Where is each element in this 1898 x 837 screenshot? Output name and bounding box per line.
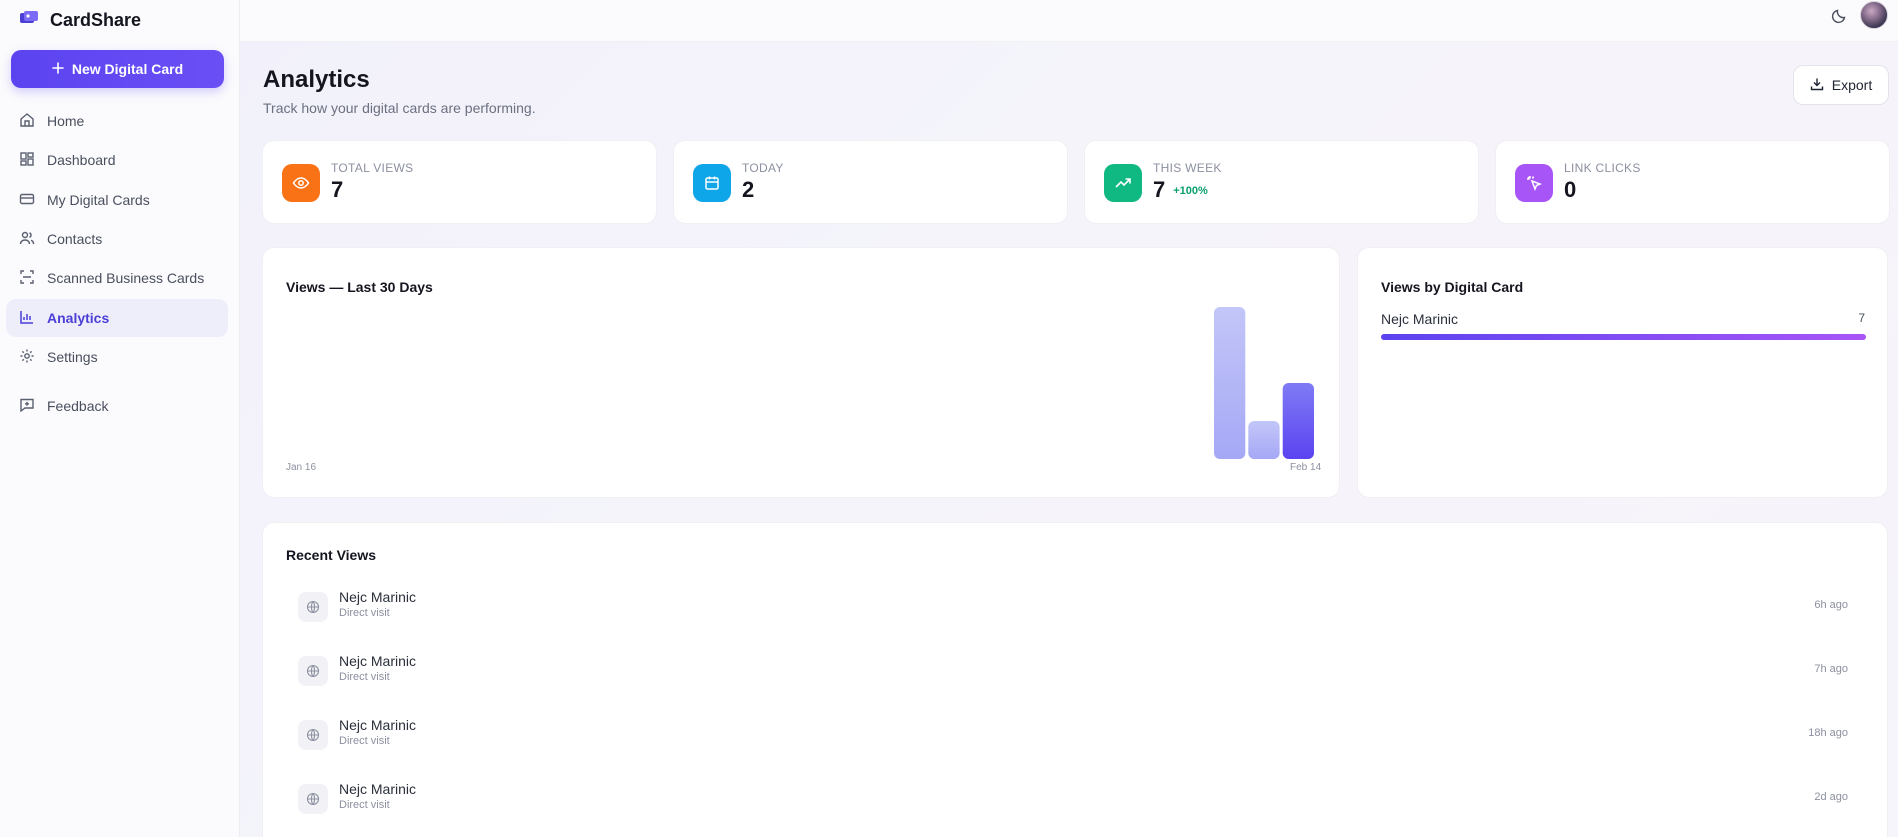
list-item[interactable]: Nejc Marinic Direct visit 2d ago — [263, 769, 1883, 833]
sidebar-item-home[interactable]: Home — [6, 102, 228, 140]
card-views-bar-track — [1381, 334, 1866, 340]
view-time: 2d ago — [1814, 791, 1848, 803]
viewer-name: Nejc Marinic — [339, 589, 417, 605]
stat-value: 7 — [331, 177, 344, 202]
stat-value: 7 +100% — [1153, 177, 1208, 202]
stat-value: 0 — [1564, 177, 1577, 202]
stat-delta: +100% — [1173, 185, 1208, 197]
pointer-click-icon — [1515, 164, 1553, 202]
stat-label: TODAY — [742, 161, 784, 175]
sidebar-item-my-digital-cards[interactable]: My Digital Cards — [6, 181, 228, 219]
page-subtitle: Track how your digital cards are perform… — [263, 100, 536, 116]
export-label: Export — [1831, 77, 1873, 93]
view-source: Direct visit — [339, 735, 390, 747]
sidebar-item-dashboard[interactable]: Dashboard — [6, 141, 228, 179]
stat-card-total-views: TOTAL VIEWS 7 — [262, 140, 657, 224]
view-source: Direct visit — [339, 799, 390, 811]
sidebar: CardShare New Digital Card Home Dashboar… — [0, 0, 240, 837]
stat-card-link-clicks: LINK CLICKS 0 — [1495, 140, 1890, 224]
chart-bar-feb-14[interactable] — [1282, 383, 1314, 459]
viewer-name: Nejc Marinic — [339, 653, 417, 669]
avatar[interactable] — [1860, 1, 1888, 29]
calendar-icon — [693, 164, 731, 202]
stat-label: TOTAL VIEWS — [331, 161, 414, 175]
card-logo-icon — [20, 10, 38, 30]
dark-mode-toggle-icon[interactable] — [1831, 8, 1847, 29]
sidebar-item-label: Home — [47, 113, 85, 129]
sidebar-item-label: Scanned Business Cards — [47, 270, 205, 286]
stat-label: LINK CLICKS — [1564, 161, 1641, 175]
top-bar — [240, 0, 1898, 42]
views-by-card-panel: Views by Digital Card Nejc Marinic 7 — [1357, 247, 1888, 498]
views-chart-panel: Views — Last 30 Days — [262, 247, 1340, 498]
globe-icon — [298, 720, 328, 750]
sidebar-item-label: My Digital Cards — [47, 192, 150, 208]
stat-value: 2 — [742, 177, 755, 202]
brand[interactable]: CardShare — [20, 8, 141, 32]
scan-icon — [19, 269, 35, 288]
sidebar-item-label: Analytics — [47, 310, 110, 326]
dashboard-icon — [19, 151, 35, 170]
users-icon — [19, 230, 35, 249]
recent-views-title: Recent Views — [286, 547, 377, 563]
feedback-icon — [19, 397, 35, 416]
sidebar-item-label: Contacts — [47, 231, 103, 247]
recent-views-panel: Recent Views Nejc Marinic Direct visit 6… — [262, 522, 1888, 837]
globe-icon — [298, 656, 328, 686]
page-title: Analytics — [263, 66, 370, 93]
app-name: CardShare — [50, 9, 142, 30]
list-item[interactable]: Nejc Marinic Direct visit 6h ago — [263, 577, 1883, 641]
gear-icon — [19, 348, 35, 367]
views-by-card-title: Views by Digital Card — [1381, 279, 1524, 295]
globe-icon — [298, 592, 328, 622]
chart-bar-feb-12[interactable] — [1214, 307, 1246, 459]
card-view-count: 7 — [1858, 311, 1865, 325]
stat-card-today: TODAY 2 — [673, 140, 1068, 224]
stat-label: THIS WEEK — [1153, 161, 1222, 175]
globe-icon — [298, 784, 328, 814]
card-views-bar-fill — [1381, 334, 1866, 340]
sidebar-item-analytics[interactable]: Analytics — [6, 299, 228, 337]
sidebar-item-contacts[interactable]: Contacts — [6, 220, 228, 258]
sidebar-item-feedback[interactable]: Feedback — [6, 387, 228, 425]
download-icon — [1810, 77, 1824, 94]
chart-bar-feb-13[interactable] — [1248, 421, 1280, 459]
card-icon — [19, 191, 35, 210]
sidebar-item-scanned-business-cards[interactable]: Scanned Business Cards — [6, 259, 228, 297]
main-content: Analytics Track how your digital cards a… — [240, 0, 1898, 837]
view-time: 6h ago — [1814, 599, 1848, 611]
viewer-name: Nejc Marinic — [339, 717, 417, 733]
view-time: 7h ago — [1814, 663, 1848, 675]
sidebar-item-label: Dashboard — [47, 152, 116, 168]
sidebar-item-label: Settings — [47, 349, 98, 365]
new-digital-card-button[interactable]: New Digital Card — [11, 50, 224, 88]
chart-end-label: Feb 14 — [1290, 462, 1322, 473]
export-button[interactable]: Export — [1793, 65, 1889, 105]
view-source: Direct visit — [339, 671, 390, 683]
stat-card-this-week: THIS WEEK 7 +100% — [1084, 140, 1479, 224]
views-bar-chart — [1214, 307, 1314, 459]
card-name: Nejc Marinic — [1381, 311, 1459, 327]
chart-start-label: Jan 16 — [286, 462, 317, 473]
sidebar-item-settings[interactable]: Settings — [6, 338, 228, 376]
trending-up-icon — [1104, 164, 1142, 202]
view-source: Direct visit — [339, 607, 390, 619]
eye-icon — [282, 164, 320, 202]
list-item[interactable]: Nejc Marinic Direct visit 18h ago — [263, 705, 1883, 769]
plus-icon — [52, 61, 64, 77]
home-icon — [19, 112, 35, 131]
viewer-name: Nejc Marinic — [339, 781, 417, 797]
new-digital-card-label: New Digital Card — [71, 61, 184, 77]
bar-chart-icon — [19, 309, 35, 328]
view-time: 18h ago — [1808, 727, 1848, 739]
sidebar-item-label: Feedback — [47, 398, 109, 414]
list-item[interactable]: Nejc Marinic Direct visit 7h ago — [263, 641, 1883, 705]
